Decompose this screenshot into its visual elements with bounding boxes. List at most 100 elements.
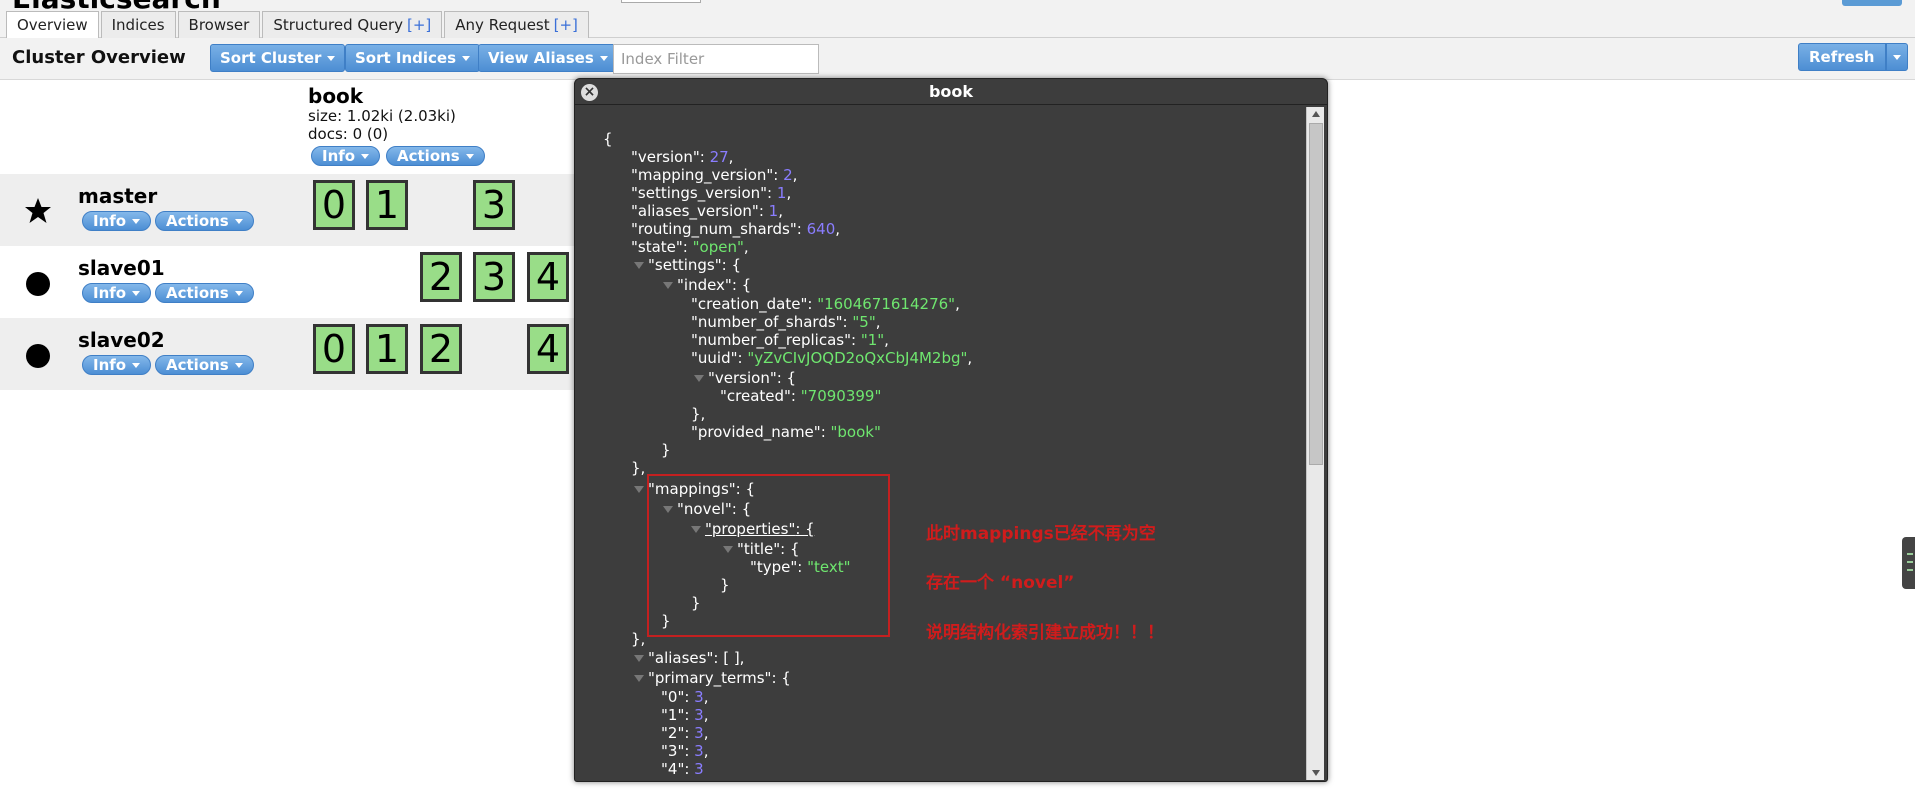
collapse-arrow-icon[interactable] xyxy=(663,282,673,289)
json-line[interactable]: "version": { xyxy=(694,369,796,387)
json-line: "2": 3, xyxy=(661,724,709,742)
shard-box[interactable]: 4 xyxy=(527,252,569,302)
json-line: "number_of_shards": "5", xyxy=(691,313,881,331)
tab-overview[interactable]: Overview xyxy=(6,11,99,39)
node-name-master: master xyxy=(78,184,158,208)
json-line: "number_of_replicas": "1", xyxy=(691,331,889,349)
shard-box[interactable]: 0 xyxy=(313,180,355,230)
shard-box[interactable]: 1 xyxy=(366,180,408,230)
sort-indices-label: Sort Indices xyxy=(355,49,457,67)
scroll-down-icon[interactable] xyxy=(1312,770,1320,776)
index-actions-label: Actions xyxy=(397,147,460,165)
main-tabs: Overview Indices Browser Structured Quer… xyxy=(6,11,589,39)
annotation-line-3: 说明结构化索引建立成功！！！ xyxy=(926,623,1164,643)
collapse-arrow-icon[interactable] xyxy=(634,262,644,269)
side-widget[interactable] xyxy=(1902,537,1915,589)
json-line: "0": 3, xyxy=(661,688,709,706)
collapse-arrow-icon[interactable] xyxy=(634,486,644,493)
tab-indices[interactable]: Indices xyxy=(100,11,176,38)
node-name-slave02: slave02 xyxy=(78,328,165,352)
slave02-info-button[interactable]: Info xyxy=(82,355,152,375)
json-line: }, xyxy=(631,630,646,648)
sort-cluster-button[interactable]: Sort Cluster xyxy=(210,44,346,72)
json-line: "aliases_version": 1, xyxy=(631,202,783,220)
tab-browser-label: Browser xyxy=(188,16,250,34)
circle-icon xyxy=(26,272,50,296)
slave02-actions-button[interactable]: Actions xyxy=(155,355,254,375)
json-line: "routing_num_shards": 640, xyxy=(631,220,841,238)
tab-structured-query[interactable]: Structured Query [+] xyxy=(262,11,443,38)
chevron-down-icon xyxy=(1893,55,1901,60)
dialog-title: book xyxy=(575,79,1327,105)
node-name-slave01: slave01 xyxy=(78,256,165,280)
master-info-button[interactable]: Info xyxy=(82,211,152,231)
highlight-box xyxy=(647,474,890,637)
json-line: { xyxy=(603,130,613,148)
top-button-stub[interactable] xyxy=(1842,0,1902,6)
chevron-down-icon xyxy=(132,219,141,224)
json-line[interactable]: "index": { xyxy=(663,276,751,294)
collapse-arrow-icon[interactable] xyxy=(694,375,704,382)
chevron-down-icon xyxy=(132,291,141,296)
tab-any-request-plus: [+] xyxy=(553,16,578,34)
slave01-info-button[interactable]: Info xyxy=(82,283,152,303)
json-line: "created": "7090399" xyxy=(720,387,882,405)
scrollbar-thumb[interactable] xyxy=(1309,123,1323,465)
json-line: "version": 27, xyxy=(631,148,734,166)
view-aliases-label: View Aliases xyxy=(488,49,594,67)
dialog-scrollbar[interactable] xyxy=(1306,107,1324,780)
circle-icon xyxy=(26,344,50,368)
shard-box[interactable]: 0 xyxy=(313,324,355,374)
view-aliases-button[interactable]: View Aliases xyxy=(478,44,618,72)
chevron-down-icon xyxy=(327,56,336,61)
slave01-actions-button[interactable]: Actions xyxy=(155,283,254,303)
index-filter-input[interactable]: Index Filter xyxy=(613,44,819,74)
json-line: "1": 3, xyxy=(661,706,709,724)
master-info-label: Info xyxy=(93,212,127,230)
shard-box[interactable]: 3 xyxy=(473,180,515,230)
sort-indices-button[interactable]: Sort Indices xyxy=(345,44,481,72)
close-icon[interactable]: × xyxy=(581,84,598,101)
index-actions-button[interactable]: Actions xyxy=(386,146,485,166)
index-name: book xyxy=(308,84,364,108)
tab-structured-query-label: Structured Query xyxy=(273,16,403,34)
master-actions-label: Actions xyxy=(166,212,229,230)
json-line[interactable]: "settings": { xyxy=(634,256,741,274)
slave02-actions-label: Actions xyxy=(166,356,229,374)
master-actions-button[interactable]: Actions xyxy=(155,211,254,231)
json-line: }, xyxy=(631,459,646,477)
slave01-actions-label: Actions xyxy=(166,284,229,302)
chevron-down-icon xyxy=(465,154,474,159)
chevron-down-icon xyxy=(234,219,243,224)
shard-box[interactable]: 4 xyxy=(527,324,569,374)
json-line[interactable]: "primary_terms": { xyxy=(634,669,791,687)
scroll-up-icon[interactable] xyxy=(1312,111,1320,117)
refresh-dropdown-button[interactable] xyxy=(1886,43,1908,71)
shard-box[interactable]: 2 xyxy=(420,252,462,302)
json-line: }, xyxy=(691,405,706,423)
tab-any-request[interactable]: Any Request [+] xyxy=(444,11,589,38)
json-line: "settings_version": 1, xyxy=(631,184,792,202)
tab-any-request-label: Any Request xyxy=(455,16,550,34)
top-input-stub[interactable] xyxy=(621,0,701,3)
tab-overview-label: Overview xyxy=(17,16,88,34)
json-line: "state": "open", xyxy=(631,238,749,256)
slave01-info-label: Info xyxy=(93,284,127,302)
json-line: "3": 3, xyxy=(661,742,709,760)
collapse-arrow-icon[interactable] xyxy=(634,655,644,662)
chevron-down-icon xyxy=(599,56,608,61)
chevron-down-icon xyxy=(234,291,243,296)
shard-box[interactable]: 2 xyxy=(420,324,462,374)
shard-box[interactable]: 1 xyxy=(366,324,408,374)
chevron-down-icon xyxy=(361,154,370,159)
tab-structured-query-plus: [+] xyxy=(407,16,432,34)
index-info-button[interactable]: Info xyxy=(311,146,381,166)
collapse-arrow-icon[interactable] xyxy=(634,675,644,682)
json-line: "creation_date": "1604671614276", xyxy=(691,295,960,313)
tab-browser[interactable]: Browser xyxy=(177,11,261,38)
star-icon xyxy=(24,197,52,229)
shard-box[interactable]: 3 xyxy=(473,252,515,302)
refresh-button[interactable]: Refresh xyxy=(1798,43,1886,71)
page-title: Cluster Overview xyxy=(12,47,186,68)
json-line[interactable]: "aliases": [ ], xyxy=(634,649,744,667)
